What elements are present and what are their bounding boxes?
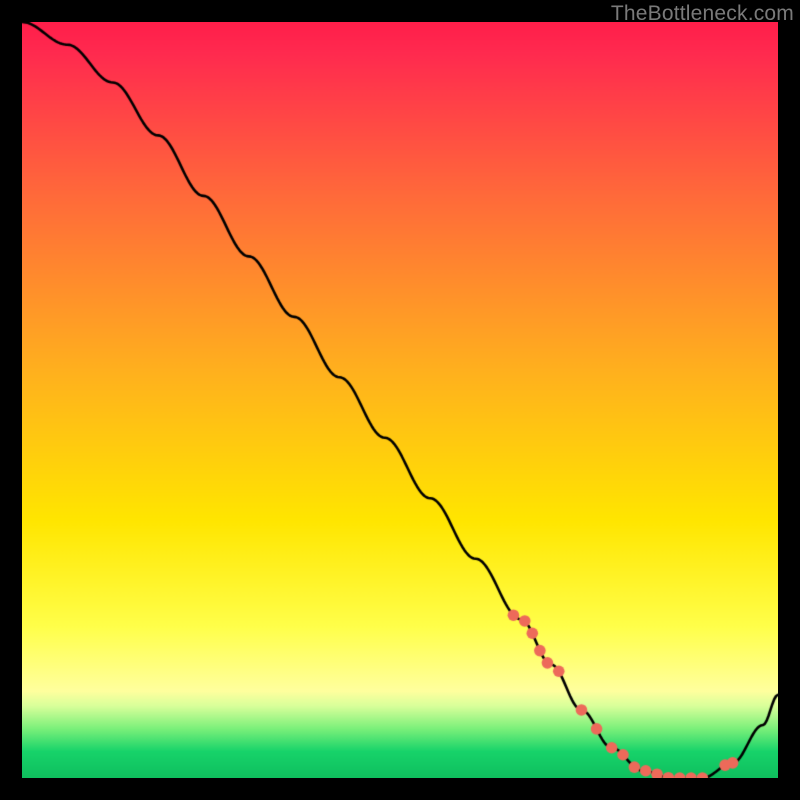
plot-area [22,22,778,778]
chart-canvas [22,22,778,778]
chart-frame: TheBottleneck.com [0,0,800,800]
